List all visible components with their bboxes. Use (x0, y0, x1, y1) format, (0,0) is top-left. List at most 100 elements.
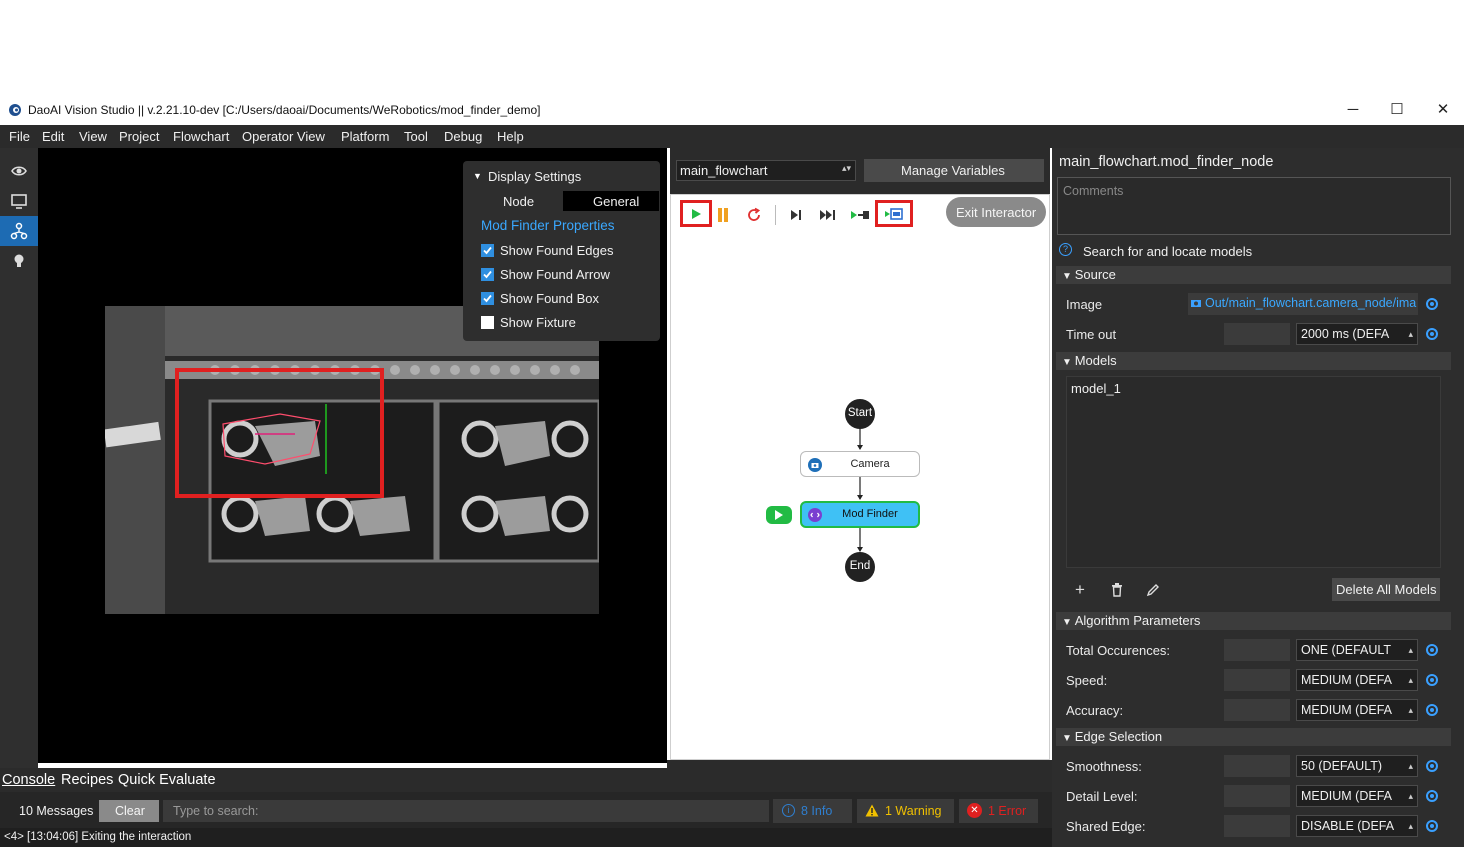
tab-node[interactable]: Node (503, 194, 534, 209)
link-target-icon[interactable] (1426, 674, 1438, 686)
edge-section-header[interactable]: ▼ Edge Selection (1056, 728, 1451, 746)
smoothness-label: Smoothness: (1066, 759, 1142, 774)
collapse-triangle-icon: ▼ (1062, 617, 1075, 628)
smoothness-input[interactable] (1224, 755, 1290, 777)
smoothness-dropdown[interactable]: 50 (DEFAULT) ▴ (1296, 755, 1418, 777)
warning-filter-button[interactable]: 1 Warning (857, 799, 954, 823)
flowchart-footer (667, 760, 1052, 792)
detail-level-dropdown[interactable]: MEDIUM (DEFA ▴ (1296, 785, 1418, 807)
tab-quick-evaluate[interactable]: Quick Evaluate (118, 772, 216, 788)
speed-input[interactable] (1224, 669, 1290, 691)
vision-mode-button[interactable] (0, 156, 38, 186)
link-target-icon[interactable] (1426, 704, 1438, 716)
tab-general[interactable]: General (563, 191, 659, 211)
add-model-icon[interactable]: + (1075, 580, 1085, 600)
display-settings-header[interactable]: Display Settings (488, 169, 581, 184)
clear-label: Clear (115, 804, 145, 818)
total-occurences-dropdown[interactable]: ONE (DEFAULT ▴ (1296, 639, 1418, 661)
menu-file[interactable]: File (9, 129, 30, 144)
show-fixture-checkbox[interactable] (481, 316, 494, 329)
dropdown-arrows-icon: ▴ (1408, 821, 1413, 831)
minimize-button[interactable]: ─ (1330, 100, 1376, 122)
menu-flowchart[interactable]: Flowchart (173, 129, 229, 144)
image-source-field[interactable]: Out/main_flowchart.camera_node/ima (1188, 293, 1418, 315)
collapse-triangle-icon: ▼ (1062, 733, 1075, 744)
link-target-icon[interactable] (1426, 298, 1438, 310)
detail-level-input[interactable] (1224, 785, 1290, 807)
menu-tool[interactable]: Tool (404, 129, 428, 144)
source-section-header[interactable]: ▼ Source (1056, 266, 1451, 284)
show-found-arrow-checkbox[interactable] (481, 268, 494, 281)
monitor-icon (11, 194, 27, 209)
tips-button[interactable] (0, 246, 38, 276)
shared-edge-input[interactable] (1224, 815, 1290, 837)
camera-node[interactable]: Camera (800, 451, 920, 477)
show-found-box-checkbox[interactable] (481, 292, 494, 305)
timeout-dropdown[interactable]: 2000 ms (DEFA ▴ (1296, 323, 1418, 345)
console-search-input[interactable]: Type to search: (163, 800, 769, 822)
link-target-icon[interactable] (1426, 760, 1438, 772)
flowchart-canvas[interactable]: Exit Interactor Start Camera Mod Finder … (670, 194, 1050, 760)
image-viewer[interactable]: ▼ Display Settings Node General Mod Find… (38, 148, 667, 763)
info-icon: i (782, 804, 795, 817)
trash-icon[interactable] (1111, 583, 1123, 597)
edit-pencil-icon[interactable] (1146, 583, 1160, 597)
link-target-icon[interactable] (1426, 790, 1438, 802)
show-found-edges-checkbox[interactable] (481, 244, 494, 257)
node-run-indicator[interactable] (766, 506, 792, 524)
models-section-label: Models (1074, 353, 1117, 368)
link-target-icon[interactable] (1426, 644, 1438, 656)
flowchart-selector[interactable]: main_flowchart ▴▾ (676, 160, 856, 181)
comments-field[interactable]: Comments (1057, 177, 1451, 235)
model-list-item[interactable]: model_1 (1071, 381, 1121, 396)
shared-edge-value: DISABLE (DEFA (1301, 819, 1395, 833)
mod-finder-node[interactable]: Mod Finder (800, 501, 920, 528)
manage-variables-button[interactable]: Manage Variables (864, 159, 1044, 182)
display-settings-panel: ▼ Display Settings Node General Mod Find… (463, 161, 660, 341)
algorithm-section-header[interactable]: ▼ Algorithm Parameters (1056, 612, 1451, 630)
accuracy-dropdown[interactable]: MEDIUM (DEFA ▴ (1296, 699, 1418, 721)
flowchart-selector-value: main_flowchart (680, 163, 768, 178)
clear-button[interactable]: Clear (99, 800, 159, 822)
mod-finder-properties-title: Mod Finder Properties (481, 218, 615, 233)
menu-view[interactable]: View (79, 129, 107, 144)
help-icon[interactable]: ? (1059, 243, 1072, 256)
delete-all-models-button[interactable]: Delete All Models (1332, 578, 1440, 601)
models-list[interactable]: model_1 (1066, 376, 1441, 568)
comments-placeholder: Comments (1063, 184, 1124, 198)
info-filter-button[interactable]: i 8 Info (773, 799, 852, 823)
models-section-header[interactable]: ▼ Models (1056, 352, 1451, 370)
show-fixture-label: Show Fixture (500, 315, 576, 330)
speed-value: MEDIUM (DEFA (1301, 673, 1392, 687)
image-label: Image (1066, 297, 1103, 312)
dropdown-arrows-icon: ▴ (1408, 675, 1413, 685)
menu-debug[interactable]: Debug (444, 129, 482, 144)
maximize-button[interactable]: ☐ (1374, 100, 1420, 122)
collapse-triangle-icon[interactable]: ▼ (473, 171, 482, 181)
tab-console[interactable]: Console (2, 772, 55, 788)
close-button[interactable]: ✕ (1420, 100, 1464, 122)
flowchart-mode-button[interactable] (0, 216, 38, 246)
menu-help[interactable]: Help (497, 129, 524, 144)
timeout-input[interactable] (1224, 323, 1290, 345)
smoothness-value: 50 (DEFAULT) (1301, 759, 1383, 773)
menu-operator-view[interactable]: Operator View (242, 129, 325, 144)
operator-view-button[interactable] (0, 186, 38, 216)
accuracy-input[interactable] (1224, 699, 1290, 721)
total-occurences-label: Total Occurences: (1066, 643, 1171, 658)
speed-dropdown[interactable]: MEDIUM (DEFA ▴ (1296, 669, 1418, 691)
shared-edge-dropdown[interactable]: DISABLE (DEFA ▴ (1296, 815, 1418, 837)
tab-recipes[interactable]: Recipes (61, 772, 113, 788)
menu-platform[interactable]: Platform (341, 129, 389, 144)
dropdown-arrows-icon: ▴ (1408, 761, 1413, 771)
dropdown-arrows-icon: ▴ (1408, 645, 1413, 655)
menu-project[interactable]: Project (119, 129, 159, 144)
warning-count: 1 Warning (885, 804, 942, 818)
link-target-icon[interactable] (1426, 328, 1438, 340)
error-filter-button[interactable]: ✕ 1 Error (959, 799, 1038, 823)
link-target-icon[interactable] (1426, 820, 1438, 832)
end-node[interactable]: End (845, 552, 875, 582)
menu-edit[interactable]: Edit (42, 129, 64, 144)
total-occurences-input[interactable] (1224, 639, 1290, 661)
start-node[interactable]: Start (845, 399, 875, 429)
